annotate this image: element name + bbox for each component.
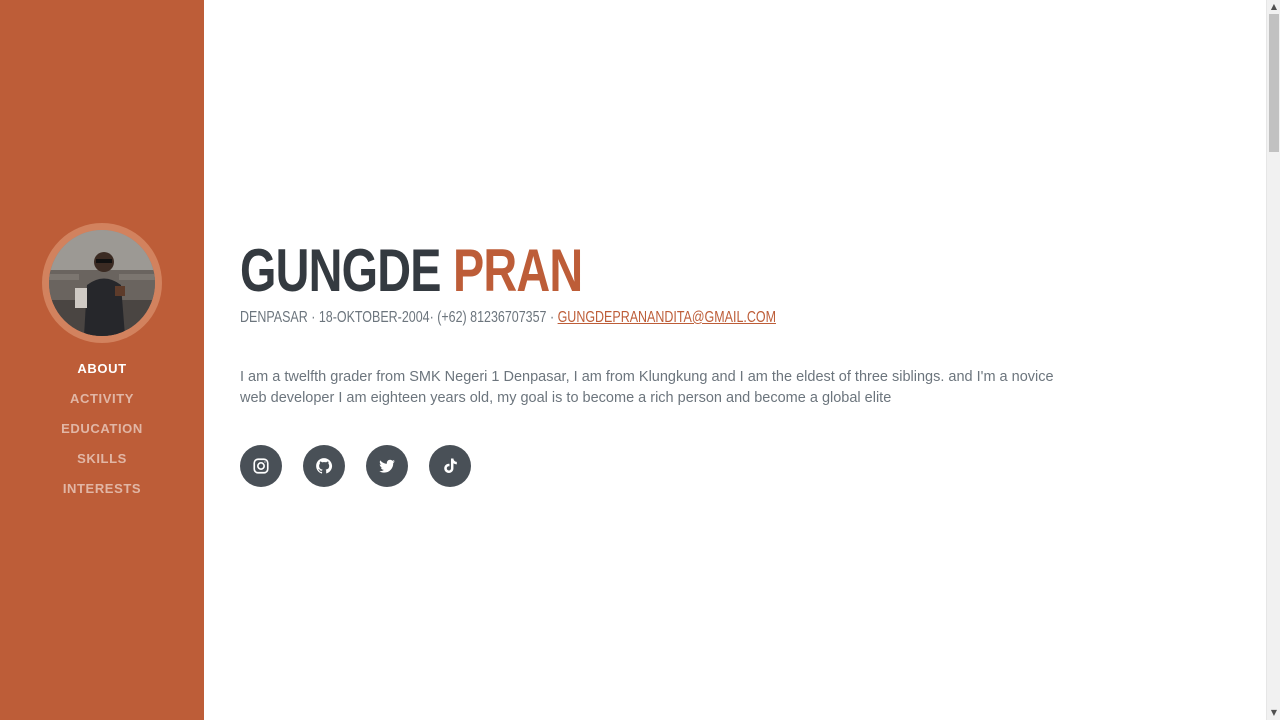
contact-subheading: DENPASAR · 18-OKTOBER-2004· (+62) 812367… [240,306,776,330]
nav-item-activity: Activity [0,386,204,416]
about-description: I am a twelfth grader from SMK Negeri 1 … [240,369,1054,406]
twitter-button[interactable] [366,445,408,487]
nav-item-education: Education [0,416,204,446]
nav-item-interests: Interests [0,476,204,506]
sidebar: About Activity Education Skills Interest… [0,0,204,720]
twitter-icon [379,459,395,473]
avatar[interactable] [42,223,162,343]
contact-details: DENPASAR · 18-OKTOBER-2004· (+62) 812367… [240,309,558,326]
last-name: PRAN [452,237,583,304]
page-title: GUNGDE PRAN [240,226,583,316]
github-icon [316,458,333,474]
social-icons [240,445,471,487]
github-button[interactable] [303,445,345,487]
nav-item-skills: Skills [0,446,204,476]
page-scrollbar[interactable]: ▲ ▼ [1266,0,1280,720]
nav-link-skills[interactable]: Skills [77,451,127,466]
first-name: GUNGDE [240,237,442,304]
scroll-down-icon[interactable]: ▼ [1267,706,1280,720]
scroll-up-icon[interactable]: ▲ [1267,0,1280,14]
tiktok-button[interactable] [429,445,471,487]
nav-link-activity[interactable]: Activity [70,391,134,406]
instagram-button[interactable] [240,445,282,487]
tiktok-icon [444,458,457,473]
instagram-icon [253,458,269,474]
scrollbar-thumb[interactable] [1269,14,1279,152]
nav-item-about: About [0,356,204,386]
nav-link-interests[interactable]: Interests [63,481,141,496]
nav-link-education[interactable]: Education [61,421,143,436]
sidebar-nav: About Activity Education Skills Interest… [0,356,204,506]
avatar-photo [49,230,155,336]
email-link[interactable]: GUNGDEPRANANDITA@GMAIL.COM [558,309,776,326]
nav-link-about[interactable]: About [77,361,126,376]
